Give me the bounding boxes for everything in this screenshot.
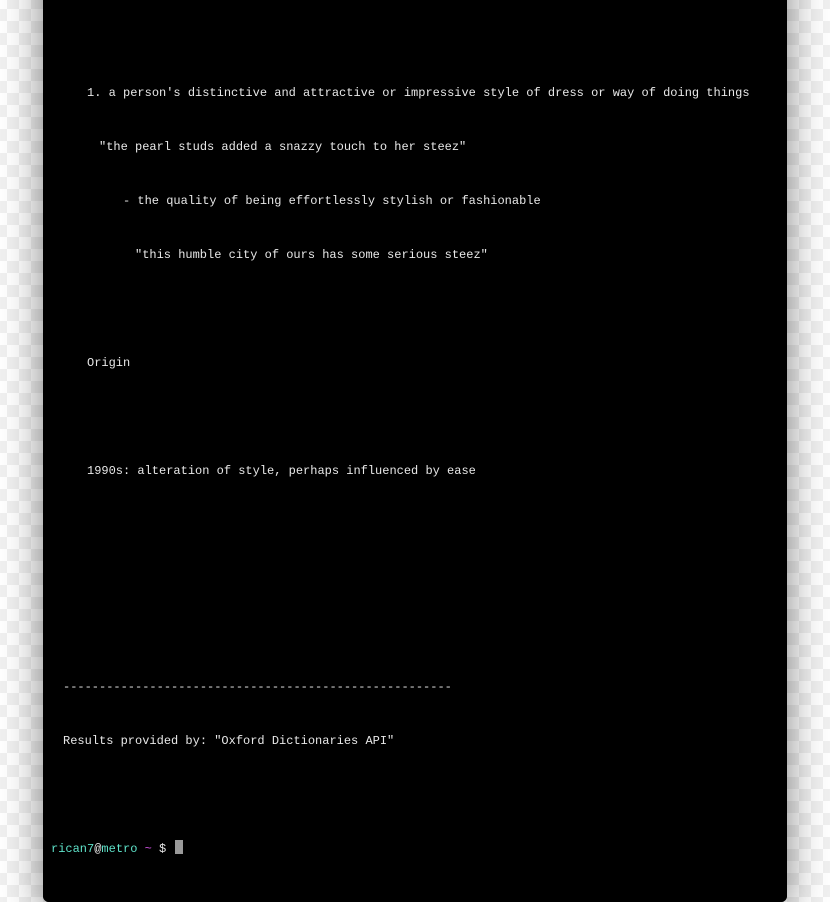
provider-line: Results provided by: "Oxford Dictionarie… [51, 732, 779, 750]
example-1: "the pearl studs added a snazzy touch to… [51, 138, 779, 156]
prompt-symbol: $ [159, 840, 166, 858]
prompt-user: rican7 [51, 840, 94, 858]
prompt-path: ~ [145, 840, 152, 858]
prompt-host: metro [101, 840, 137, 858]
divider: ----------------------------------------… [51, 678, 779, 696]
example-2: "this humble city of ours has some serio… [51, 246, 779, 264]
definition-line: 1. a person's distinctive and attractive… [51, 84, 779, 102]
cursor-icon [175, 840, 183, 854]
terminal-window: define rican7@metro ~ $ define steez ste… [43, 0, 787, 902]
sub-definition: - the quality of being effortlessly styl… [51, 192, 779, 210]
origin-label: Origin [51, 354, 779, 372]
prompt-line-2: rican7@metro ~ $ [51, 840, 779, 858]
terminal-body[interactable]: rican7@metro ~ $ define steez steez /sti… [43, 0, 787, 902]
origin-text: 1990s: alteration of style, perhaps infl… [51, 462, 779, 480]
prompt-at: @ [94, 840, 101, 858]
